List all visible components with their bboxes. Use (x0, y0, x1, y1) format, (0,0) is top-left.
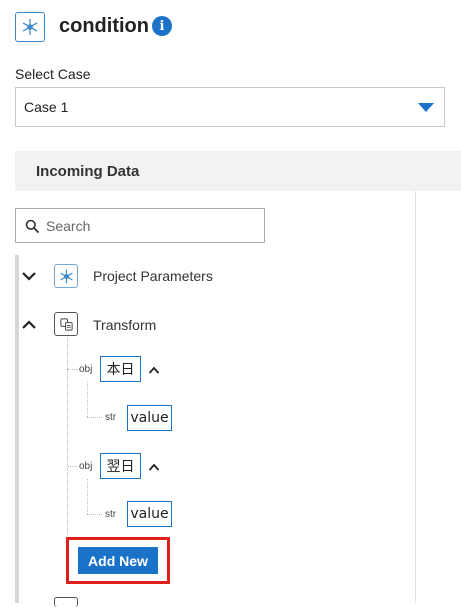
search-input[interactable]: Search (15, 208, 265, 243)
chevron-up-icon[interactable] (21, 317, 37, 338)
caret-down-icon[interactable] (418, 103, 434, 112)
panel-divider (415, 191, 416, 603)
tree-connector (87, 479, 88, 514)
type-tag-str: str (105, 412, 117, 423)
info-icon[interactable]: i (152, 16, 172, 36)
tree-item-transform[interactable]: Transform (93, 317, 156, 333)
tree-connector (67, 338, 68, 535)
snowflake-icon (60, 269, 72, 283)
key-box-yokujitsu[interactable]: 翌日 (100, 453, 141, 479)
chevron-up-icon[interactable] (148, 362, 160, 380)
tree-rail (15, 255, 19, 603)
snowflake-icon (22, 18, 38, 36)
tree-connector (87, 382, 88, 417)
case-select-value: Case 1 (24, 99, 69, 115)
add-new-button[interactable]: Add New (78, 547, 158, 574)
page-title: condition (59, 15, 149, 37)
key-box-value[interactable]: value (127, 405, 172, 431)
type-tag-obj: obj (79, 461, 93, 472)
tree-connector (67, 369, 77, 370)
project-parameters-icon (54, 264, 78, 288)
key-box-honjitsu[interactable]: 本日 (100, 356, 141, 382)
select-case-label: Select Case (15, 66, 91, 82)
node-type-icon (15, 12, 45, 42)
type-tag-obj: obj (79, 364, 93, 375)
key-box-value[interactable]: value (127, 501, 172, 527)
case-select[interactable]: Case 1 (15, 87, 445, 127)
chevron-up-icon[interactable] (148, 459, 160, 477)
search-placeholder: Search (46, 217, 91, 234)
tree-connector (87, 514, 102, 515)
search-icon (25, 219, 39, 233)
type-tag-str: str (105, 509, 117, 520)
tree-connector (67, 466, 77, 467)
next-item-icon (54, 597, 78, 607)
chevron-down-icon[interactable] (21, 268, 37, 289)
incoming-data-title: Incoming Data (36, 162, 140, 180)
tree-connector (87, 417, 102, 418)
transform-icon (54, 312, 78, 336)
tree-item-project-parameters[interactable]: Project Parameters (93, 268, 213, 284)
incoming-data-header: Incoming Data (15, 151, 461, 191)
